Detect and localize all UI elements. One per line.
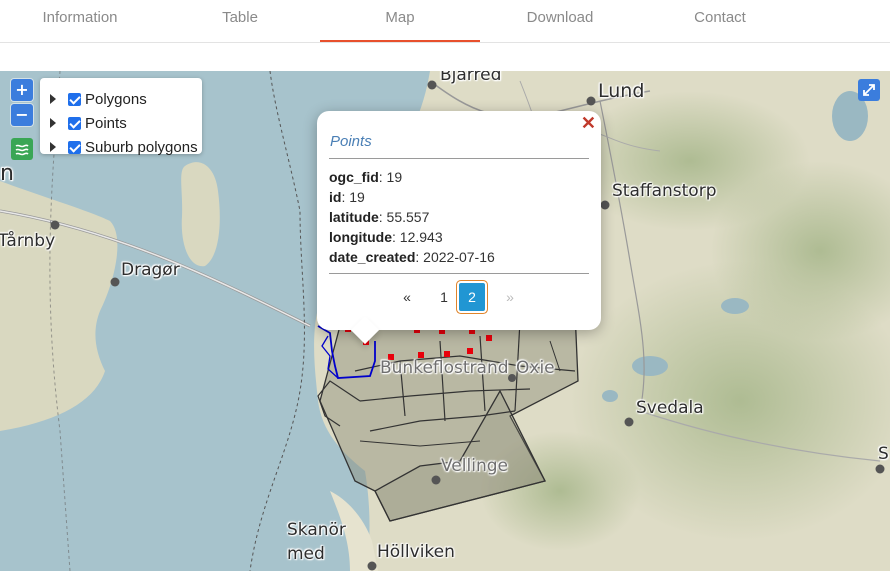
layer-row-polygons: Polygons	[50, 89, 147, 109]
points-label: Points	[85, 114, 127, 132]
layer-switcher-panel: Polygons Points Suburb polygons	[40, 78, 202, 157]
place-label-dragor: Dragør	[121, 260, 180, 280]
layer-row-suburb-polygons: Suburb polygons	[50, 137, 198, 157]
popup-field-date-created: date_created: 2022-07-16	[329, 249, 495, 265]
suburb-polygons-label: Suburb polygons	[85, 138, 198, 156]
pagination-page-2[interactable]: 2	[459, 283, 485, 311]
place-label-lund: Lund	[598, 80, 645, 102]
tab-information[interactable]: Information	[0, 0, 160, 42]
popup-field-longitude: longitude: 12.943	[329, 229, 443, 245]
tab-download[interactable]: Download	[480, 0, 640, 42]
pagination-page-1[interactable]: 1	[438, 283, 450, 311]
top-navigation: Information Table Map Download Contact	[0, 0, 890, 43]
popup-field-id: id: 19	[329, 189, 365, 205]
place-label-skanor-med: med	[287, 544, 325, 564]
expand-polygons-icon[interactable]	[50, 94, 56, 104]
pagination-next-button[interactable]: »	[503, 283, 517, 311]
expand-points-icon[interactable]	[50, 118, 56, 128]
tab-contact[interactable]: Contact	[640, 0, 800, 42]
popup-divider-top	[329, 158, 589, 159]
points-checkbox[interactable]	[68, 116, 81, 130]
expand-icon	[863, 84, 875, 96]
place-label-staffanstorp: Staffanstorp	[612, 181, 717, 201]
place-label-hollviken: Höllviken	[377, 542, 455, 562]
place-label-bjarred: Bjärred	[440, 71, 502, 85]
suburb-polygons-checkbox[interactable]	[68, 140, 81, 154]
tab-table[interactable]: Table	[160, 0, 320, 42]
place-label-partial-right: S	[878, 444, 889, 464]
polygons-checkbox[interactable]	[68, 92, 81, 106]
popup-close-icon[interactable]: ✕	[581, 113, 596, 134]
place-label-vellinge: Vellinge	[441, 456, 508, 476]
tab-map[interactable]: Map	[320, 0, 480, 42]
layers-button[interactable]	[11, 138, 33, 160]
expand-suburb-polygons-icon[interactable]	[50, 142, 56, 152]
map-canvas[interactable]: Bjärred Lund Staffanstorp Tårnby Dragør …	[0, 71, 890, 571]
popup-divider-bottom	[329, 273, 589, 274]
place-label-partial-left: n	[0, 161, 14, 186]
popup-title: Points	[330, 133, 372, 150]
place-label-skanor: Skanör	[287, 520, 346, 540]
layer-row-points: Points	[50, 113, 127, 133]
place-label-svedala: Svedala	[636, 398, 704, 418]
popup-field-latitude: latitude: 55.557	[329, 209, 430, 225]
place-label-tarnby: Tårnby	[0, 231, 56, 251]
zoom-out-button[interactable]: −	[11, 104, 33, 126]
layers-icon	[15, 144, 29, 156]
feature-popup: ✕ Points ogc_fid: 19 id: 19 latitude: 55…	[317, 111, 601, 345]
pagination-prev-button[interactable]: «	[400, 283, 414, 311]
zoom-in-button[interactable]: +	[11, 79, 33, 101]
place-label-oxie: Oxie	[516, 358, 555, 378]
saltholm-island	[181, 162, 220, 267]
polygons-label: Polygons	[85, 90, 147, 108]
place-label-bunkeflostrand: Bunkeflostrand	[380, 358, 509, 378]
fullscreen-button[interactable]	[858, 79, 880, 101]
popup-field-ogc-fid: ogc_fid: 19	[329, 169, 403, 185]
